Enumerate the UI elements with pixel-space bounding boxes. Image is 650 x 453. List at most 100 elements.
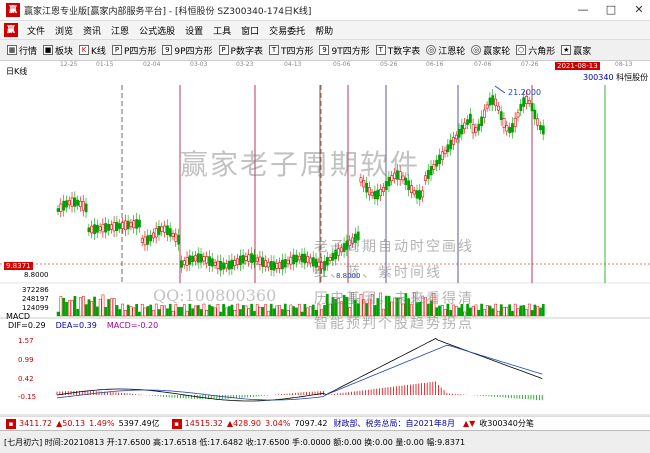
news-ticker[interactable]: 财政部、税务总局：自2021年8月 bbox=[334, 418, 455, 429]
candlestick bbox=[202, 256, 206, 262]
volume-bar bbox=[491, 308, 495, 317]
candlestick bbox=[157, 226, 161, 236]
macd-histogram bbox=[56, 381, 543, 401]
macd-tag: MACD bbox=[6, 312, 30, 321]
low-price-label: 8.8000 bbox=[24, 271, 49, 279]
candlestick bbox=[216, 260, 220, 269]
volume-bar bbox=[289, 304, 293, 317]
volume-bar bbox=[295, 307, 298, 317]
candlestick bbox=[471, 124, 475, 134]
minimize-button[interactable]: — bbox=[576, 3, 590, 17]
candlestick bbox=[84, 203, 88, 213]
tool-winner-wheel[interactable]: ◎ 赢家轮 bbox=[468, 44, 513, 57]
menu-browse[interactable]: 浏览 bbox=[50, 24, 78, 37]
volume-bar bbox=[177, 306, 181, 317]
volume-bar bbox=[107, 299, 110, 317]
nav-arrows-icon[interactable]: ▲▼ bbox=[463, 419, 475, 428]
date-tick: 05-06 bbox=[333, 61, 351, 68]
app-logo: 赢 bbox=[6, 3, 20, 17]
macd-axis-label: -0.15 bbox=[18, 393, 37, 401]
candlestick bbox=[272, 261, 276, 271]
date-tick: 07-06 bbox=[474, 61, 492, 68]
candlestick bbox=[93, 224, 96, 234]
close-button[interactable]: ✕ bbox=[632, 3, 646, 17]
candlestick bbox=[539, 125, 542, 131]
menu-file[interactable]: 文件 bbox=[22, 24, 50, 37]
toolbar: ▦ 行情 ■ 板块 K K线 P P四方形 9 9P四方形 P P数字表 T T四方形 9 9T… bbox=[0, 40, 650, 61]
index-status-bar: ▪ 3411.72 ▲50.13 1.49% 5397.49亿 ▪ 14515.… bbox=[0, 416, 650, 430]
volume-bar bbox=[160, 305, 164, 317]
tool-gann-wheel[interactable]: ◎ 江恩轮 bbox=[423, 44, 468, 57]
candlestick bbox=[275, 263, 279, 269]
volume-bar bbox=[292, 306, 296, 317]
volume-bar bbox=[483, 309, 486, 317]
candlestick bbox=[482, 109, 486, 118]
candlestick bbox=[166, 225, 169, 235]
period-label[interactable]: 日K线 bbox=[6, 66, 27, 77]
high-marker-line bbox=[494, 85, 506, 94]
volume-bar bbox=[140, 304, 144, 317]
candlestick bbox=[513, 117, 517, 127]
tool-p-table[interactable]: P P数字表 bbox=[216, 44, 266, 57]
maximize-button[interactable]: □ bbox=[604, 3, 618, 17]
candlestick bbox=[185, 257, 189, 266]
candlestick bbox=[205, 256, 209, 264]
candlestick bbox=[281, 259, 284, 270]
volume-bar bbox=[135, 304, 138, 317]
tool-hexagon[interactable]: ⬡ 六角形 bbox=[513, 44, 558, 57]
chart-grid bbox=[0, 263, 650, 416]
sh-change: ▲50.13 bbox=[56, 419, 86, 428]
volume-bar bbox=[126, 304, 130, 317]
tool-winner[interactable]: ★ 赢家 bbox=[558, 44, 594, 57]
menu-help[interactable]: 帮助 bbox=[310, 24, 338, 37]
menu-tools[interactable]: 工具 bbox=[208, 24, 236, 37]
candlestick bbox=[73, 197, 77, 207]
volume-bar bbox=[90, 301, 94, 317]
candlestick bbox=[146, 235, 150, 245]
candlestick bbox=[194, 255, 197, 262]
candlestick bbox=[56, 208, 60, 212]
volume-bar bbox=[70, 300, 74, 317]
candlestick bbox=[109, 224, 113, 230]
tool-kline[interactable]: K K线 bbox=[76, 44, 109, 57]
tool-t-table[interactable]: T T数字表 bbox=[373, 44, 424, 57]
candlestick bbox=[149, 234, 153, 242]
volume-bar bbox=[250, 303, 253, 317]
volume-bar bbox=[112, 298, 116, 317]
trade-ticker[interactable]: 收300340分笔 bbox=[479, 418, 534, 429]
candlestick bbox=[135, 219, 139, 229]
candlestick bbox=[488, 97, 492, 106]
volume-bar bbox=[138, 311, 141, 317]
candlestick bbox=[196, 253, 200, 263]
volume-bar bbox=[236, 303, 239, 317]
tool-quotes[interactable]: ▦ 行情 bbox=[4, 44, 40, 57]
tool-9t-square[interactable]: 9 9T四方形 bbox=[316, 44, 372, 57]
tool-p-square[interactable]: P P四方形 bbox=[109, 44, 159, 57]
volume-bar bbox=[485, 305, 489, 317]
candlestick bbox=[412, 190, 416, 195]
volume-bar bbox=[530, 310, 534, 317]
candlestick bbox=[511, 123, 514, 133]
candlestick bbox=[118, 223, 122, 229]
volume-bar bbox=[222, 304, 225, 317]
volume-bar bbox=[513, 303, 517, 317]
wheel-icon: ◎ bbox=[471, 45, 482, 55]
menu-window[interactable]: 窗口 bbox=[236, 24, 264, 37]
candlestick bbox=[376, 189, 380, 200]
volume-bar bbox=[196, 305, 200, 317]
tool-t-square[interactable]: T T四方形 bbox=[266, 44, 317, 57]
candlestick bbox=[79, 200, 82, 208]
volume-bar bbox=[474, 304, 478, 317]
tool-9p-square[interactable]: 9 9P四方形 bbox=[159, 44, 215, 57]
volume-bar bbox=[286, 310, 290, 317]
menu-formula[interactable]: 公式选股 bbox=[134, 24, 180, 37]
menu-settings[interactable]: 设置 bbox=[180, 24, 208, 37]
tool-sector[interactable]: ■ 板块 bbox=[40, 44, 76, 57]
candlestick bbox=[180, 260, 183, 268]
menu-news[interactable]: 资讯 bbox=[78, 24, 106, 37]
menu-trade[interactable]: 交易委托 bbox=[264, 24, 310, 37]
volume-bar bbox=[110, 298, 113, 317]
candlestick bbox=[525, 95, 528, 105]
menu-gann[interactable]: 江恩 bbox=[106, 24, 134, 37]
candlestick bbox=[98, 226, 102, 231]
